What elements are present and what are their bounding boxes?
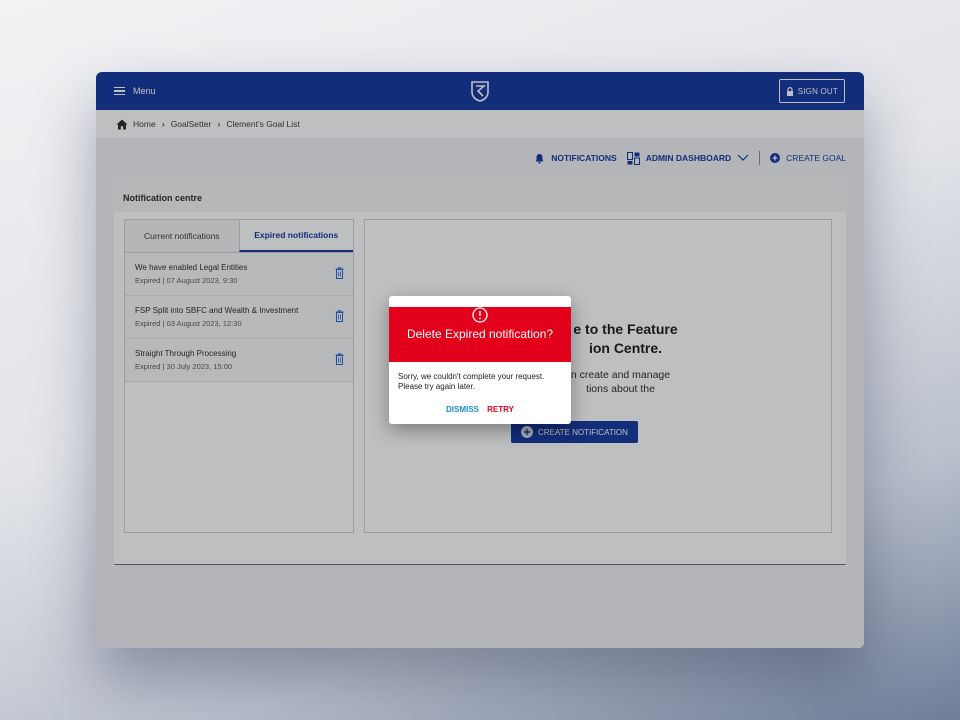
- error-dialog: Delete Expired notification? Sorry, we c…: [389, 296, 571, 424]
- dialog-message-line1: Sorry, we couldn't complete your request…: [398, 372, 545, 381]
- dialog-message-line2: Please try again later.: [398, 382, 475, 391]
- dialog-title: Delete Expired notification?: [406, 327, 554, 341]
- dialog-header: Delete Expired notification?: [389, 307, 571, 362]
- app-window: Menu SIGN OUT Home › GoalSetter › Clemen…: [96, 72, 864, 648]
- retry-button[interactable]: RETRY: [487, 405, 514, 414]
- alert-circle-icon: [472, 307, 488, 323]
- dialog-message: Sorry, we couldn't complete your request…: [389, 362, 571, 392]
- dialog-actions: DISMISS RETRY: [389, 405, 571, 414]
- dismiss-button[interactable]: DISMISS: [446, 405, 479, 414]
